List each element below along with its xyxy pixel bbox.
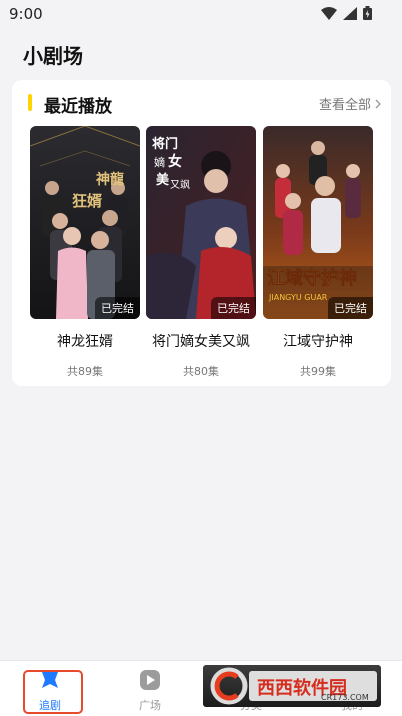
drama-poster[interactable]: 江域守护神 JIANGYU GUAR 已完结 [263, 126, 373, 319]
view-all-link[interactable]: 查看全部 [319, 94, 381, 113]
status-bar: 9:00 [0, 0, 402, 28]
svg-text:嫡: 嫡 [154, 155, 165, 169]
drama-item[interactable]: 将门 嫡 女 美 又飒 已完结 将门嫡女美又飒 共80集 [146, 126, 256, 379]
play-icon [140, 670, 160, 690]
section-title: 最近播放 [44, 97, 112, 117]
drama-title: 江域守护神 [283, 334, 353, 350]
svg-text:美: 美 [156, 172, 170, 188]
active-tab-highlight [23, 670, 83, 714]
page-title: 小剧场 [23, 44, 83, 68]
tab-label: 广场 [139, 699, 161, 712]
battery-icon [363, 6, 372, 20]
drama-episodes: 共80集 [183, 365, 219, 378]
poster-art-image: 将门 嫡 女 美 又飒 [146, 126, 256, 319]
svg-text:将门: 将门 [152, 136, 178, 152]
wifi-icon [321, 6, 337, 20]
status-time: 9:00 [9, 5, 43, 23]
watermark-logo: 西西软件园 CR173.COM [203, 665, 381, 707]
svg-text:又飒: 又飒 [170, 178, 190, 191]
drama-title: 神龙狂婿 [57, 334, 113, 350]
tab-plaza[interactable]: 广场 [120, 665, 180, 713]
signal-icon [343, 6, 357, 20]
svg-text:江域守护神: 江域守护神 [267, 267, 357, 289]
svg-text:女: 女 [168, 153, 182, 170]
drama-item[interactable]: 神龍 狂婿 已完结 神龙狂婿 共89集 [30, 126, 140, 379]
svg-text:狂婿: 狂婿 [72, 192, 103, 210]
drama-episodes: 共99集 [300, 365, 336, 378]
drama-title: 将门嫡女美又飒 [152, 334, 250, 350]
status-badge: 已完结 [211, 297, 256, 319]
poster-art-image: 神龍 狂婿 [30, 126, 140, 319]
view-all-label: 查看全部 [318, 98, 371, 113]
drama-poster[interactable]: 神龍 狂婿 已完结 [30, 126, 140, 319]
chevron-right-icon [375, 99, 381, 108]
status-badge: 已完结 [95, 297, 140, 319]
status-badge: 已完结 [328, 297, 373, 319]
svg-text:神龍: 神龍 [96, 171, 124, 188]
recent-playback-card: 最近播放 查看全部 神龍 狂婿 已完结 神龙狂婿 共89集 将门 嫡 女 美 又… [12, 80, 391, 386]
status-icons [321, 6, 372, 20]
drama-episodes: 共89集 [67, 365, 103, 378]
drama-item[interactable]: 江域守护神 JIANGYU GUAR 已完结 江域守护神 共99集 [263, 126, 373, 379]
poster-art-image: 江域守护神 JIANGYU GUAR [263, 126, 373, 319]
section-accent-bar [28, 94, 32, 111]
drama-poster[interactable]: 将门 嫡 女 美 又飒 已完结 [146, 126, 256, 319]
poster-subtext: JIANGYU GUAR [268, 293, 328, 302]
watermark-subtext: CR173.COM [321, 693, 369, 702]
